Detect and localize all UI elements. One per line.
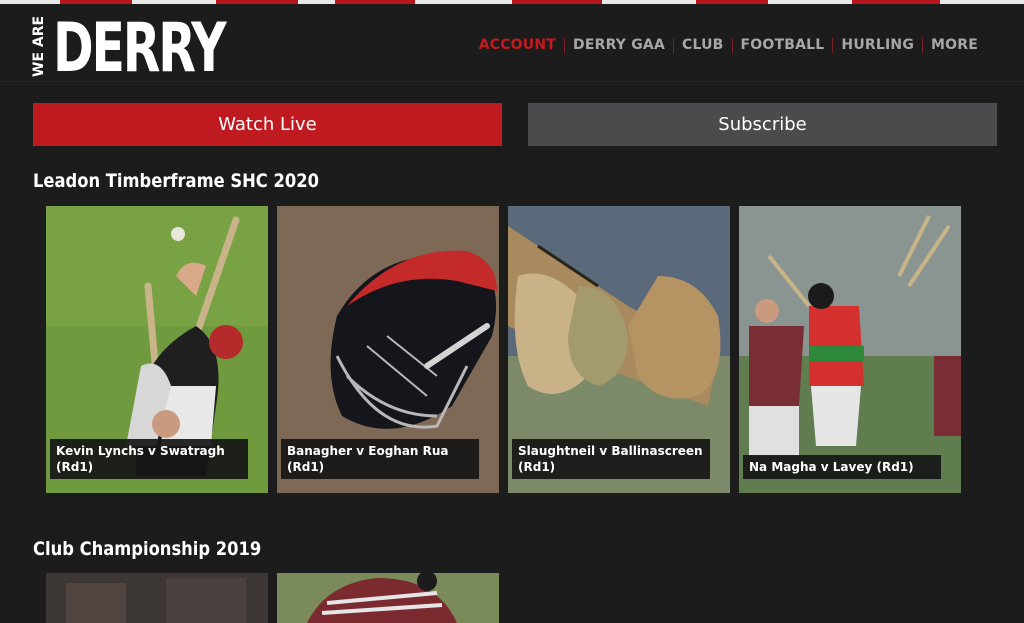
video-caption: Kevin Lynchs v Swatragh (Rd1) xyxy=(50,439,248,479)
nav-item-account[interactable]: ACCOUNT xyxy=(479,38,564,53)
video-card-2019-2[interactable] xyxy=(277,573,499,623)
video-thumbnail xyxy=(739,206,961,493)
watch-live-button[interactable]: Watch Live xyxy=(33,103,502,146)
video-card-na-magha-v-lavey[interactable]: Na Magha v Lavey (Rd1) xyxy=(739,206,961,493)
nav-item-derry-gaa[interactable]: DERRY GAA xyxy=(564,38,673,53)
video-thumbnail xyxy=(277,573,499,623)
section-title-shc-2020: Leadon Timberframe SHC 2020 xyxy=(33,170,319,192)
nav-item-club[interactable]: CLUB xyxy=(672,38,732,53)
video-caption: Na Magha v Lavey (Rd1) xyxy=(743,455,941,479)
site-logo[interactable]: WE ARE DERRY xyxy=(30,9,291,88)
video-caption: Slaughtneil v Ballinascreen (Rd1) xyxy=(512,439,710,479)
video-card-banagher-v-eoghan-rua[interactable]: Banagher v Eoghan Rua (Rd1) xyxy=(277,206,499,493)
logo-small-text: WE ARE xyxy=(31,16,47,78)
nav-item-more[interactable]: MORE xyxy=(922,38,986,53)
video-thumbnail xyxy=(46,573,268,623)
logo-big-text: DERRY xyxy=(53,9,227,88)
nav-item-hurling[interactable]: HURLING xyxy=(832,38,922,53)
video-card-slaughtneil-v-ballinascreen[interactable]: Slaughtneil v Ballinascreen (Rd1) xyxy=(508,206,730,493)
video-caption: Banagher v Eoghan Rua (Rd1) xyxy=(281,439,479,479)
section-title-club-championship-2019: Club Championship 2019 xyxy=(33,538,262,560)
video-card-kevin-lynchs-v-swatragh[interactable]: Kevin Lynchs v Swatragh (Rd1) xyxy=(46,206,268,493)
site-header: WE ARE DERRY ACCOUNT DERRY GAA CLUB FOOT… xyxy=(0,4,1024,88)
subscribe-button[interactable]: Subscribe xyxy=(528,103,997,146)
main-nav: ACCOUNT DERRY GAA CLUB FOOTBALL HURLING … xyxy=(479,38,986,53)
video-card-2019-1[interactable] xyxy=(46,573,268,623)
nav-item-football[interactable]: FOOTBALL xyxy=(731,38,833,53)
